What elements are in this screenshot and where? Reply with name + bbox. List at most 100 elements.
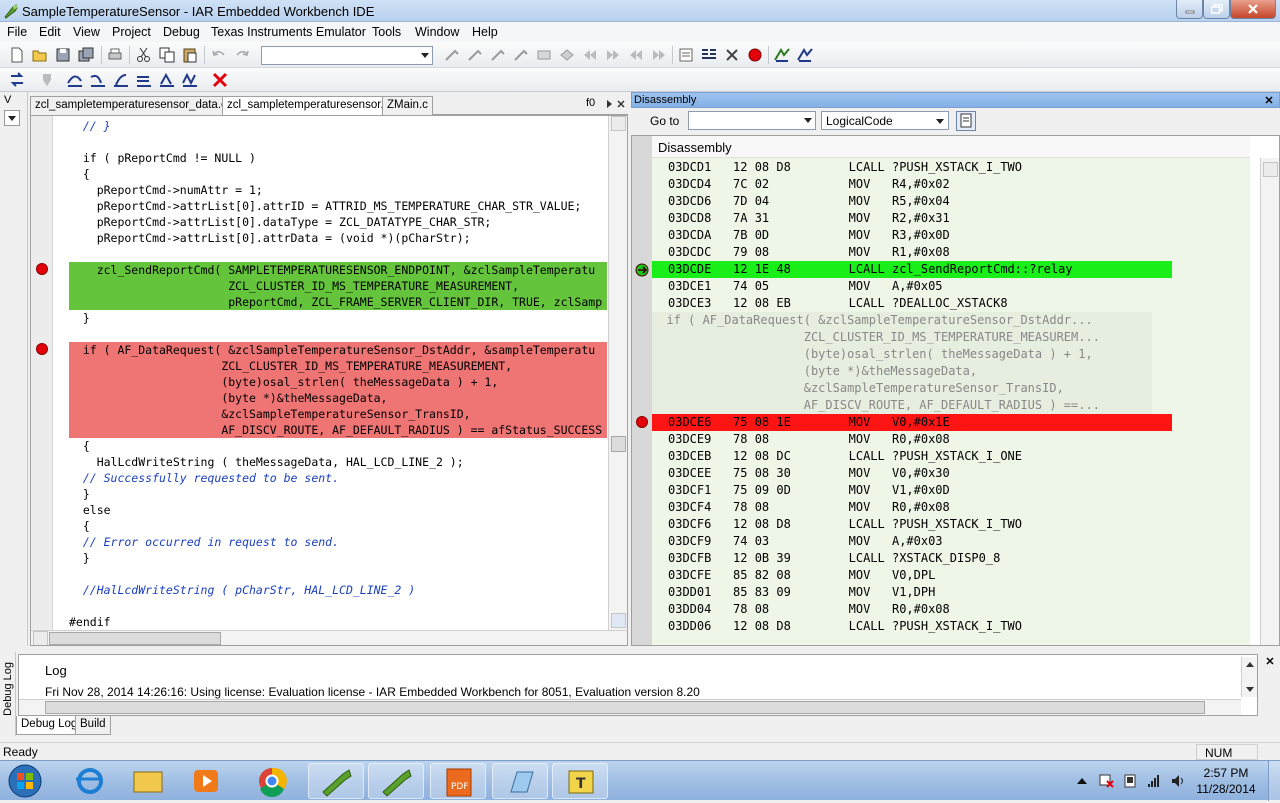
disassembly-row[interactable]: 03DCEE 75 08 30 MOV V0,#0x30 — [652, 465, 1172, 482]
save-icon[interactable] — [54, 46, 72, 64]
tab-zcl-data[interactable]: zcl_sampletemperaturesensor_data.c — [30, 96, 232, 115]
network-icon[interactable] — [1146, 773, 1162, 789]
find-icon[interactable] — [489, 46, 507, 64]
menu-help[interactable]: Help — [472, 25, 498, 39]
undo-icon[interactable] — [210, 46, 228, 64]
new-file-icon[interactable] — [8, 46, 26, 64]
log-view[interactable]: Log Fri Nov 28, 2014 14:26:16: Using lic… — [18, 654, 1258, 716]
open-folder-icon[interactable] — [31, 46, 49, 64]
menu-window[interactable]: Window — [415, 25, 459, 39]
disassembly-row[interactable]: 03DCE1 74 05 MOV A,#0x05 — [652, 278, 1172, 295]
disassembly-row[interactable]: 03DD06 12 08 D8 LCALL ?PUSH_XSTACK_I_TWO — [652, 618, 1172, 635]
disassembly-row[interactable]: 03DCF6 12 08 D8 LCALL ?PUSH_XSTACK_I_TWO — [652, 516, 1172, 533]
download-debug-icon[interactable] — [773, 46, 791, 64]
disassembly-row[interactable]: 03DCD4 7C 02 MOV R4,#0x02 — [652, 176, 1172, 193]
taskbar-chrome[interactable] — [244, 763, 300, 799]
editor-hscroll[interactable] — [31, 630, 627, 645]
stop-debugging-icon[interactable] — [211, 71, 229, 89]
step-out-icon[interactable] — [112, 71, 130, 89]
show-desktop-button[interactable] — [1268, 761, 1280, 801]
action-center-icon[interactable] — [1098, 773, 1114, 789]
next-statement-icon[interactable] — [135, 71, 153, 89]
taskbar-explorer[interactable] — [120, 763, 176, 799]
replace-icon[interactable] — [512, 46, 530, 64]
disassembly-row[interactable]: 03DCDA 7B 0D MOV R3,#0x0D — [652, 227, 1172, 244]
make-icon[interactable] — [700, 46, 718, 64]
device-icon[interactable] — [1122, 773, 1138, 789]
log-hscroll[interactable] — [19, 699, 1241, 715]
tab-zcl-sensor[interactable]: zcl_sampletemperaturesensor.c — [222, 96, 395, 115]
disassembly-options-icon[interactable] — [956, 111, 976, 131]
disassembly-row[interactable]: 03DCFE 85 82 08 MOV V0,DPL — [652, 567, 1172, 584]
scroll-up-icon[interactable] — [1263, 162, 1278, 177]
scroll-up-icon[interactable] — [611, 116, 626, 131]
disassembly-row[interactable]: 03DCD8 7A 31 MOV R2,#0x31 — [652, 210, 1172, 227]
disassembly-mode-select[interactable]: LogicalCode — [821, 111, 949, 130]
menu-project[interactable]: Project — [112, 25, 151, 39]
disassembly-row[interactable]: 03DCF1 75 09 0D MOV V1,#0x0D — [652, 482, 1172, 499]
cut-icon[interactable] — [135, 46, 153, 64]
disassembly-row[interactable]: 03DD01 85 83 09 MOV V1,DPH — [652, 584, 1172, 601]
scroll-thumb[interactable] — [611, 436, 626, 452]
menu-debug[interactable]: Debug — [163, 25, 200, 39]
disassembly-source-line[interactable]: (byte)osal_strlen( theMessageData ) + 1, — [652, 346, 1152, 363]
menu-edit[interactable]: Edit — [39, 25, 61, 39]
tab-scroll-right-icon[interactable] — [604, 99, 614, 109]
redo-icon[interactable] — [233, 46, 251, 64]
goto-icon[interactable] — [535, 46, 553, 64]
restore-button[interactable] — [1203, 0, 1230, 19]
log-side-tab[interactable]: Debug Log — [0, 652, 16, 736]
show-hidden-icons-icon[interactable] — [1074, 773, 1090, 789]
breakpoint-icon[interactable] — [36, 343, 48, 355]
taskbar-media-player[interactable] — [178, 763, 234, 799]
paste-icon[interactable] — [181, 46, 199, 64]
disassembly-row[interactable]: 03DCF4 78 08 MOV R0,#0x08 — [652, 499, 1172, 516]
goto-combo[interactable] — [688, 111, 816, 130]
find-prev-icon[interactable] — [466, 46, 484, 64]
break-icon[interactable] — [38, 71, 56, 89]
scroll-down-icon[interactable] — [1246, 687, 1254, 693]
disassembly-view[interactable]: Disassembly 03DCD1 12 08 D8 LCALL ?PUSH_… — [631, 135, 1280, 646]
disassembly-row[interactable]: 03DCE3 12 08 EB LCALL ?DEALLOC_XSTACK8 — [652, 295, 1172, 312]
reset-icon[interactable] — [8, 71, 26, 89]
taskbar-tool[interactable]: T — [552, 763, 608, 799]
copy-icon[interactable] — [158, 46, 176, 64]
scroll-left-icon[interactable] — [33, 631, 48, 645]
disassembly-source-line[interactable]: if ( AF_DataRequest( &zclSampleTemperatu… — [652, 312, 1152, 329]
bookmark-next-icon[interactable] — [604, 46, 622, 64]
volume-icon[interactable] — [1170, 773, 1186, 789]
code-editor[interactable]: // } if ( pReportCmd != NULL ) { pReport… — [30, 115, 628, 646]
navigate-back-icon[interactable] — [627, 46, 645, 64]
step-over-icon[interactable] — [66, 71, 84, 89]
disassembly-source-line[interactable]: AF_DISCV_ROUTE, AF_DEFAULT_RADIUS ) ==..… — [652, 397, 1152, 414]
menu-tools[interactable]: Tools — [372, 25, 401, 39]
menu-file[interactable]: File — [7, 25, 27, 39]
log-vscroll[interactable] — [1241, 657, 1257, 697]
disassembly-row[interactable]: 03DCDC 79 08 MOV R1,#0x08 — [652, 244, 1172, 261]
tab-debug-log[interactable]: Debug Log — [16, 716, 83, 735]
function-combo[interactable]: f0 — [586, 97, 595, 109]
scroll-thumb[interactable] — [45, 701, 1205, 714]
disassembly-row[interactable]: 03DCD6 7D 04 MOV R5,#0x04 — [652, 193, 1172, 210]
taskbar-iar-2[interactable] — [368, 763, 424, 799]
step-into-icon[interactable] — [89, 71, 107, 89]
close-button[interactable] — [1230, 0, 1276, 19]
tab-build[interactable]: Build — [75, 716, 111, 735]
find-combo[interactable] — [261, 46, 433, 65]
disassembly-vscroll[interactable] — [1260, 158, 1279, 645]
compile-icon[interactable] — [677, 46, 695, 64]
editor-vscroll[interactable] — [608, 116, 627, 630]
stop-build-icon[interactable] — [723, 46, 741, 64]
workspace-dropdown[interactable] — [4, 110, 20, 126]
bookmark-prev-icon[interactable] — [581, 46, 599, 64]
breakpoint-icon[interactable] — [36, 263, 48, 275]
disassembly-row[interactable]: 03DCDE 12 1E 48 LCALL zcl_SendReportCmd:… — [652, 261, 1172, 278]
tab-zmain[interactable]: ZMain.c — [382, 96, 433, 115]
save-all-icon[interactable] — [77, 46, 95, 64]
disassembly-row[interactable]: 03DCE9 78 08 MOV R0,#0x08 — [652, 431, 1172, 448]
taskbar-notepad[interactable] — [492, 763, 548, 799]
taskbar-iar-1[interactable] — [308, 763, 364, 799]
close-icon[interactable] — [1264, 95, 1274, 105]
start-button[interactable] — [6, 763, 44, 799]
disassembly-row[interactable]: 03DCE6 75 08 1E MOV V0,#0x1E — [652, 414, 1172, 431]
